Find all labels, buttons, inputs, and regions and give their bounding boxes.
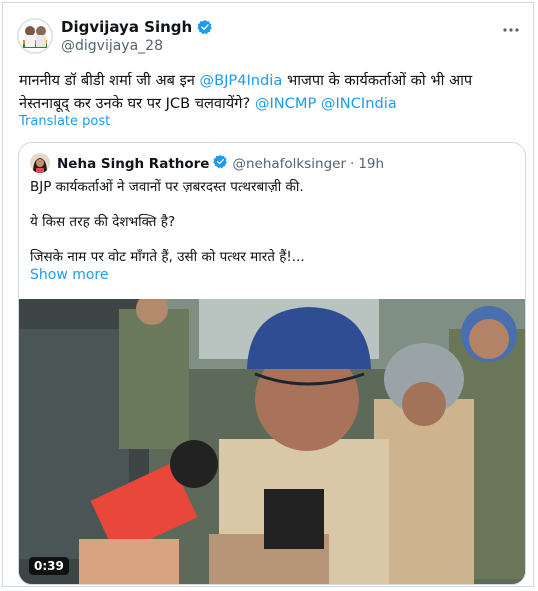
quoted-text-line: BJP कार्यकर्ताओं ने जवानों पर ज़बरदस्त प…	[30, 179, 304, 195]
author-handle[interactable]: @digvijaya_28	[61, 38, 163, 54]
post-text-segment: नेस्तनाबूद् कर उनके घर पर JCB चलवायेंगे?	[19, 95, 255, 112]
quoted-timestamp[interactable]: 19h	[358, 156, 384, 172]
quoted-post[interactable]: Neha Singh Rathore @nehafolksinger · 19h…	[18, 142, 526, 585]
video-player[interactable]: 0:39	[19, 299, 525, 584]
post-text-segment: माननीय डॉ बीडी शर्मा जी अब इन	[19, 72, 200, 89]
author-name-row[interactable]: Digvijaya Singh	[61, 18, 213, 36]
quoted-author-avatar[interactable]	[30, 153, 50, 173]
quoted-header: Neha Singh Rathore @nehafolksinger · 19h	[57, 154, 384, 173]
post-text-segment: भाजपा के कार्यकर्ताओं को भी आप	[282, 72, 473, 89]
post-text: माननीय डॉ बीडी शर्मा जी अब इन @BJP4India…	[19, 69, 524, 115]
post-text-line-2: नेस्तनाबूद् कर उनके घर पर JCB चलवायेंगे?…	[19, 92, 524, 115]
post-card: Digvijaya Singh @digvijaya_28 माननीय डॉ …	[2, 2, 534, 587]
show-more-link[interactable]: Show more	[30, 267, 109, 283]
quoted-author-handle[interactable]: @nehafolksinger	[232, 156, 346, 172]
author-name[interactable]: Digvijaya Singh	[61, 18, 192, 36]
quoted-author-name[interactable]: Neha Singh Rathore	[57, 156, 209, 172]
mention-link-bjp4india[interactable]: @BJP4India	[200, 72, 283, 89]
quoted-text-line: ये किस तरह की देशभक्ति है?	[30, 214, 176, 230]
author-avatar[interactable]	[17, 18, 53, 54]
quoted-text-line: जिसके नाम पर वोट माँगते हैं, उसी को पत्थ…	[30, 249, 305, 265]
more-options-icon[interactable]	[501, 20, 521, 40]
mention-link-incindia[interactable]: @INCIndia	[321, 95, 397, 112]
video-duration-badge: 0:39	[29, 557, 69, 575]
separator-dot: ·	[350, 155, 355, 172]
verified-badge-icon	[213, 154, 228, 173]
post-text-line-1: माननीय डॉ बीडी शर्मा जी अब इन @BJP4India…	[19, 69, 524, 92]
translate-post-link[interactable]: Translate post	[19, 114, 110, 129]
mention-link-incmp[interactable]: @INCMP	[255, 95, 316, 112]
verified-badge-icon	[197, 19, 213, 35]
video-thumbnail	[19, 299, 525, 584]
